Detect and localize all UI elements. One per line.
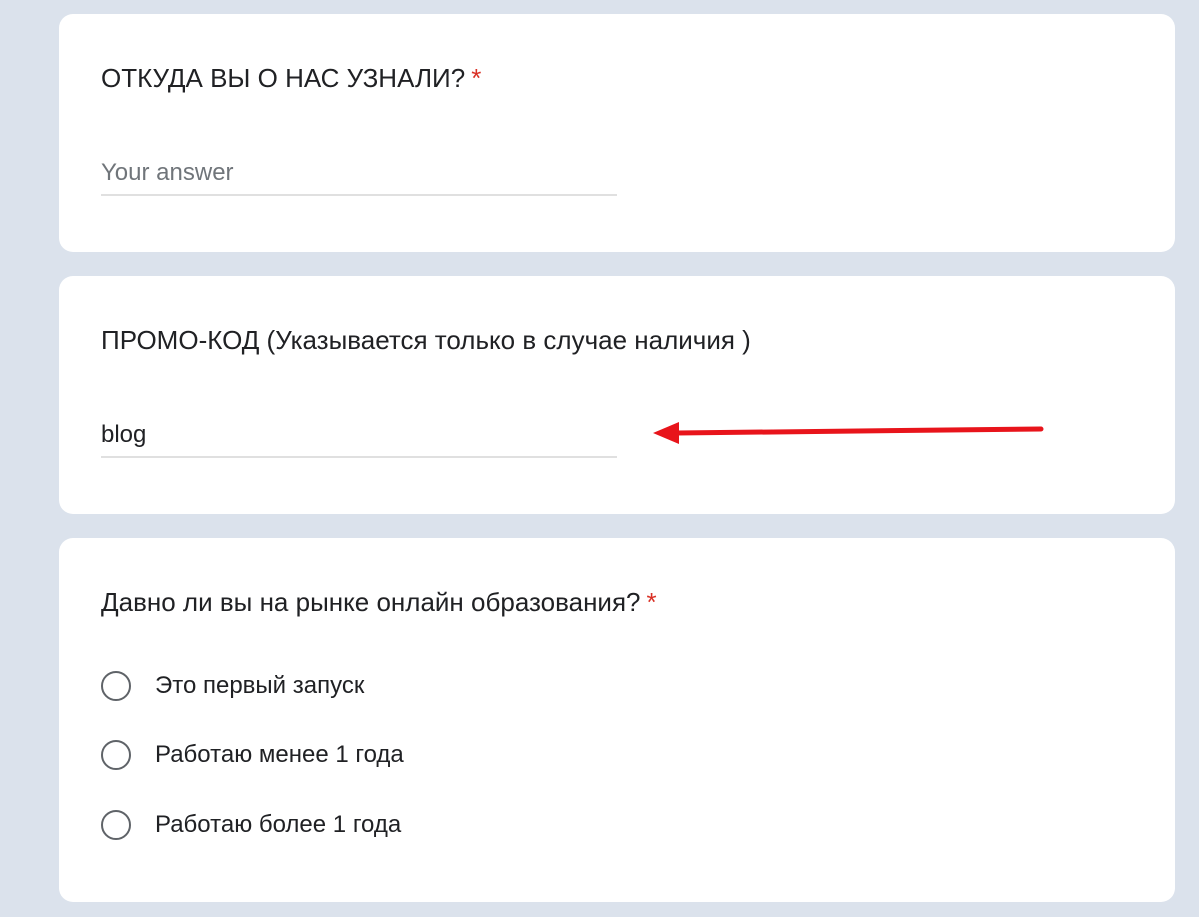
required-mark: * (646, 587, 657, 617)
radio-option-label: Работаю более 1 года (155, 811, 402, 838)
question-title-text: Давно ли вы на рынке онлайн образования? (101, 587, 641, 617)
question-title-source: ОТКУДА ВЫ О НАС УЗНАЛИ? * (101, 62, 481, 94)
radio-option-label: Работаю менее 1 года (155, 741, 404, 768)
radio-option-first-launch[interactable]: Это первый запуск (101, 668, 364, 704)
question-card-promo: ПРОМО-КОД (Указывается только в случае н… (59, 276, 1175, 514)
form-page: ОТКУДА ВЫ О НАС УЗНАЛИ?* ПРОМО-КОД (Указ… (0, 0, 1199, 917)
question-title-market: Давно ли вы на рынке онлайн образования?… (101, 586, 657, 618)
question-title-promo: ПРОМО-КОД (Указывается только в случае н… (101, 324, 751, 356)
radio-unchecked-icon[interactable] (101, 671, 131, 701)
question-card-market: Давно ли вы на рынке онлайн образования?… (59, 538, 1175, 902)
question-card-source: ОТКУДА ВЫ О НАС УЗНАЛИ? * (59, 14, 1175, 252)
question-title-text: ПРОМО-КОД (Указывается только в случае н… (101, 325, 751, 355)
radio-unchecked-icon[interactable] (101, 740, 131, 770)
source-answer-input[interactable] (101, 152, 617, 196)
promo-code-input[interactable] (101, 414, 617, 458)
required-mark: * (471, 63, 482, 93)
radio-option-label: Это первый запуск (155, 672, 365, 699)
left-arrow-icon (653, 422, 1044, 444)
radio-option-more-than-year[interactable]: Работаю более 1 года (101, 807, 401, 843)
question-title-text: ОТКУДА ВЫ О НАС УЗНАЛИ? (101, 63, 466, 93)
radio-option-less-than-year[interactable]: Работаю менее 1 года (101, 737, 404, 773)
radio-unchecked-icon[interactable] (101, 810, 131, 840)
